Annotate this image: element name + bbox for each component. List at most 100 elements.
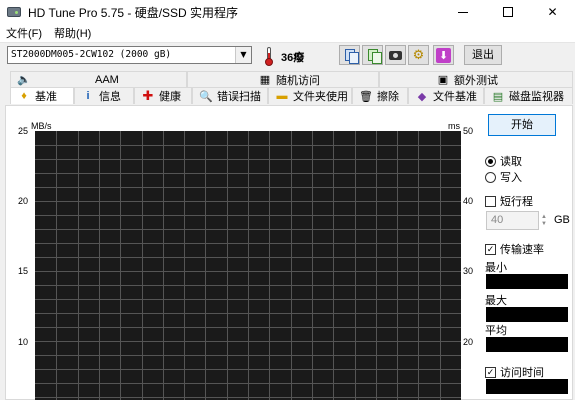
disk-monitor-icon: ▤: [492, 90, 504, 103]
maximize-button[interactable]: [485, 0, 530, 24]
left-tick: 20: [18, 196, 29, 206]
extra-tests-icon: ▣: [437, 74, 449, 86]
disk-icon: [6, 4, 22, 20]
temperature-value: 36癈: [281, 52, 305, 64]
short-stroke-spinner[interactable]: ▲ ▼: [539, 211, 549, 230]
tab-label: 额外测试: [454, 74, 498, 87]
short-stroke-input[interactable]: 40: [486, 211, 539, 230]
right-tick: 40: [463, 196, 474, 206]
save-icon: ⬇: [436, 47, 451, 63]
tab-label: 随机访问: [276, 74, 320, 87]
screenshot-icon: [389, 50, 402, 60]
max-value: [486, 307, 568, 322]
options-button[interactable]: ⚙: [408, 45, 429, 65]
transfer-rate-check[interactable]: ✓: [485, 243, 496, 255]
start-button[interactable]: 开始: [488, 114, 556, 136]
minimize-icon: [457, 11, 468, 13]
save-button[interactable]: ⬇: [433, 45, 454, 65]
right-tick: 50: [463, 126, 474, 136]
avg-value: [486, 337, 568, 352]
erase-icon: 🗑: [359, 90, 373, 103]
access-time-value: [486, 379, 568, 394]
read-radio[interactable]: 读取: [485, 153, 522, 169]
read-label: 读取: [500, 156, 522, 168]
left-tick: 25: [18, 126, 29, 136]
copy-screen-button[interactable]: [362, 45, 383, 65]
info-icon: i: [86, 90, 90, 102]
error-scan-icon: 🔍: [199, 90, 213, 103]
tab-label: AAM: [95, 73, 119, 86]
exit-button[interactable]: 退出: [464, 45, 502, 65]
health-icon: ✚: [142, 88, 154, 103]
tab-disk-monitor[interactable]: ▤ 磁盘监视器: [484, 87, 573, 104]
chart-grid: [35, 131, 461, 400]
tab-extra-tests[interactable]: ▣ 额外测试: [379, 71, 573, 87]
menu-file[interactable]: 文件(F): [0, 25, 48, 41]
menu-help[interactable]: 帮助(H): [48, 25, 97, 41]
benchmark-panel: MB/s ms 25 20 15 10 50 40 30 20 开始 读取 写入…: [5, 105, 573, 400]
close-icon: ✕: [547, 5, 558, 19]
maximize-icon: [502, 7, 513, 17]
tab-label: 文件夹使用: [293, 91, 348, 103]
min-value: [486, 274, 568, 289]
drive-select[interactable]: ST2000DM005-2CW102 (2000 gB) ▼: [7, 46, 252, 64]
short-stroke-unit: GB: [554, 214, 570, 226]
tab-label: 信息: [99, 91, 121, 103]
read-radio-indicator[interactable]: [485, 155, 496, 167]
tab-random-access[interactable]: ▦ 随机访问: [187, 71, 379, 87]
title-bar: HD Tune Pro 5.75 - 硬盘/SSD 实用程序 ✕: [0, 0, 575, 24]
tab-benchmark[interactable]: ♦ 基准: [10, 87, 74, 104]
tab-bar: 🔈 AAM ▦ 随机访问 ▣ 额外测试 ♦ 基准 i 信息 ✚ 健康 🔍 错误扫…: [0, 69, 575, 105]
window-title: HD Tune Pro 5.75 - 硬盘/SSD 实用程序: [28, 5, 239, 20]
toolbar: ST2000DM005-2CW102 (2000 gB) ▼ 36癈 ⚙ ⬇ 退…: [0, 43, 575, 69]
write-radio[interactable]: 写入: [485, 169, 522, 185]
transfer-rate-label: 传输速率: [500, 244, 544, 256]
short-stroke-check[interactable]: [485, 195, 496, 207]
menu-bar: 文件(F) 帮助(H): [0, 24, 575, 43]
left-tick: 10: [18, 337, 29, 347]
tab-info[interactable]: i 信息: [74, 87, 134, 104]
benchmark-icon: ♦: [21, 90, 27, 102]
tab-label: 擦除: [377, 91, 399, 103]
access-time-check[interactable]: ✓: [485, 366, 496, 378]
right-tick: 30: [463, 266, 474, 276]
write-radio-indicator[interactable]: [485, 171, 496, 183]
write-label: 写入: [500, 172, 522, 184]
tab-file-benchmark[interactable]: ◆ 文件基准: [408, 87, 484, 104]
benchmark-chart: [35, 131, 461, 400]
chevron-down-icon[interactable]: ▼: [235, 47, 251, 63]
left-tick: 15: [18, 266, 29, 276]
max-label: 最大: [485, 295, 507, 307]
right-tick: 20: [463, 337, 474, 347]
tab-error-scan[interactable]: 🔍 错误扫描: [192, 87, 268, 104]
tab-label: 文件基准: [433, 91, 477, 103]
spin-up-icon[interactable]: ▲: [541, 214, 547, 221]
options-icon: ⚙: [412, 47, 425, 62]
min-label: 最小: [485, 262, 507, 274]
minimize-button[interactable]: [440, 0, 485, 24]
access-time-checkbox[interactable]: ✓ 访问时间: [485, 364, 544, 380]
tab-erase[interactable]: 🗑 擦除: [352, 87, 408, 104]
folder-icon: ▬: [276, 90, 288, 102]
tab-folder-usage[interactable]: ▬ 文件夹使用: [268, 87, 352, 104]
speaker-icon: 🔈: [17, 74, 31, 86]
tab-aam[interactable]: 🔈 AAM: [10, 71, 187, 87]
drive-select-value: ST2000DM005-2CW102 (2000 gB): [11, 49, 172, 60]
copy-screen-icon: [367, 49, 382, 64]
spin-down-icon[interactable]: ▼: [541, 221, 547, 228]
copy-text-button[interactable]: [339, 45, 360, 65]
short-stroke-checkbox[interactable]: 短行程: [485, 193, 533, 209]
avg-label: 平均: [485, 325, 507, 337]
tab-health[interactable]: ✚ 健康: [134, 87, 192, 104]
close-button[interactable]: ✕: [530, 0, 575, 24]
tab-label: 磁盘监视器: [509, 91, 564, 103]
thermometer-icon: [262, 47, 276, 66]
copy-text-icon: [344, 49, 359, 64]
access-time-label: 访问时间: [500, 367, 544, 379]
short-stroke-label: 短行程: [500, 196, 533, 208]
random-access-icon: ▦: [259, 74, 271, 86]
left-axis-unit: MB/s: [31, 121, 52, 131]
transfer-rate-checkbox[interactable]: ✓ 传输速率: [485, 241, 544, 257]
tab-label: 基准: [35, 91, 57, 103]
screenshot-button[interactable]: [385, 45, 406, 65]
